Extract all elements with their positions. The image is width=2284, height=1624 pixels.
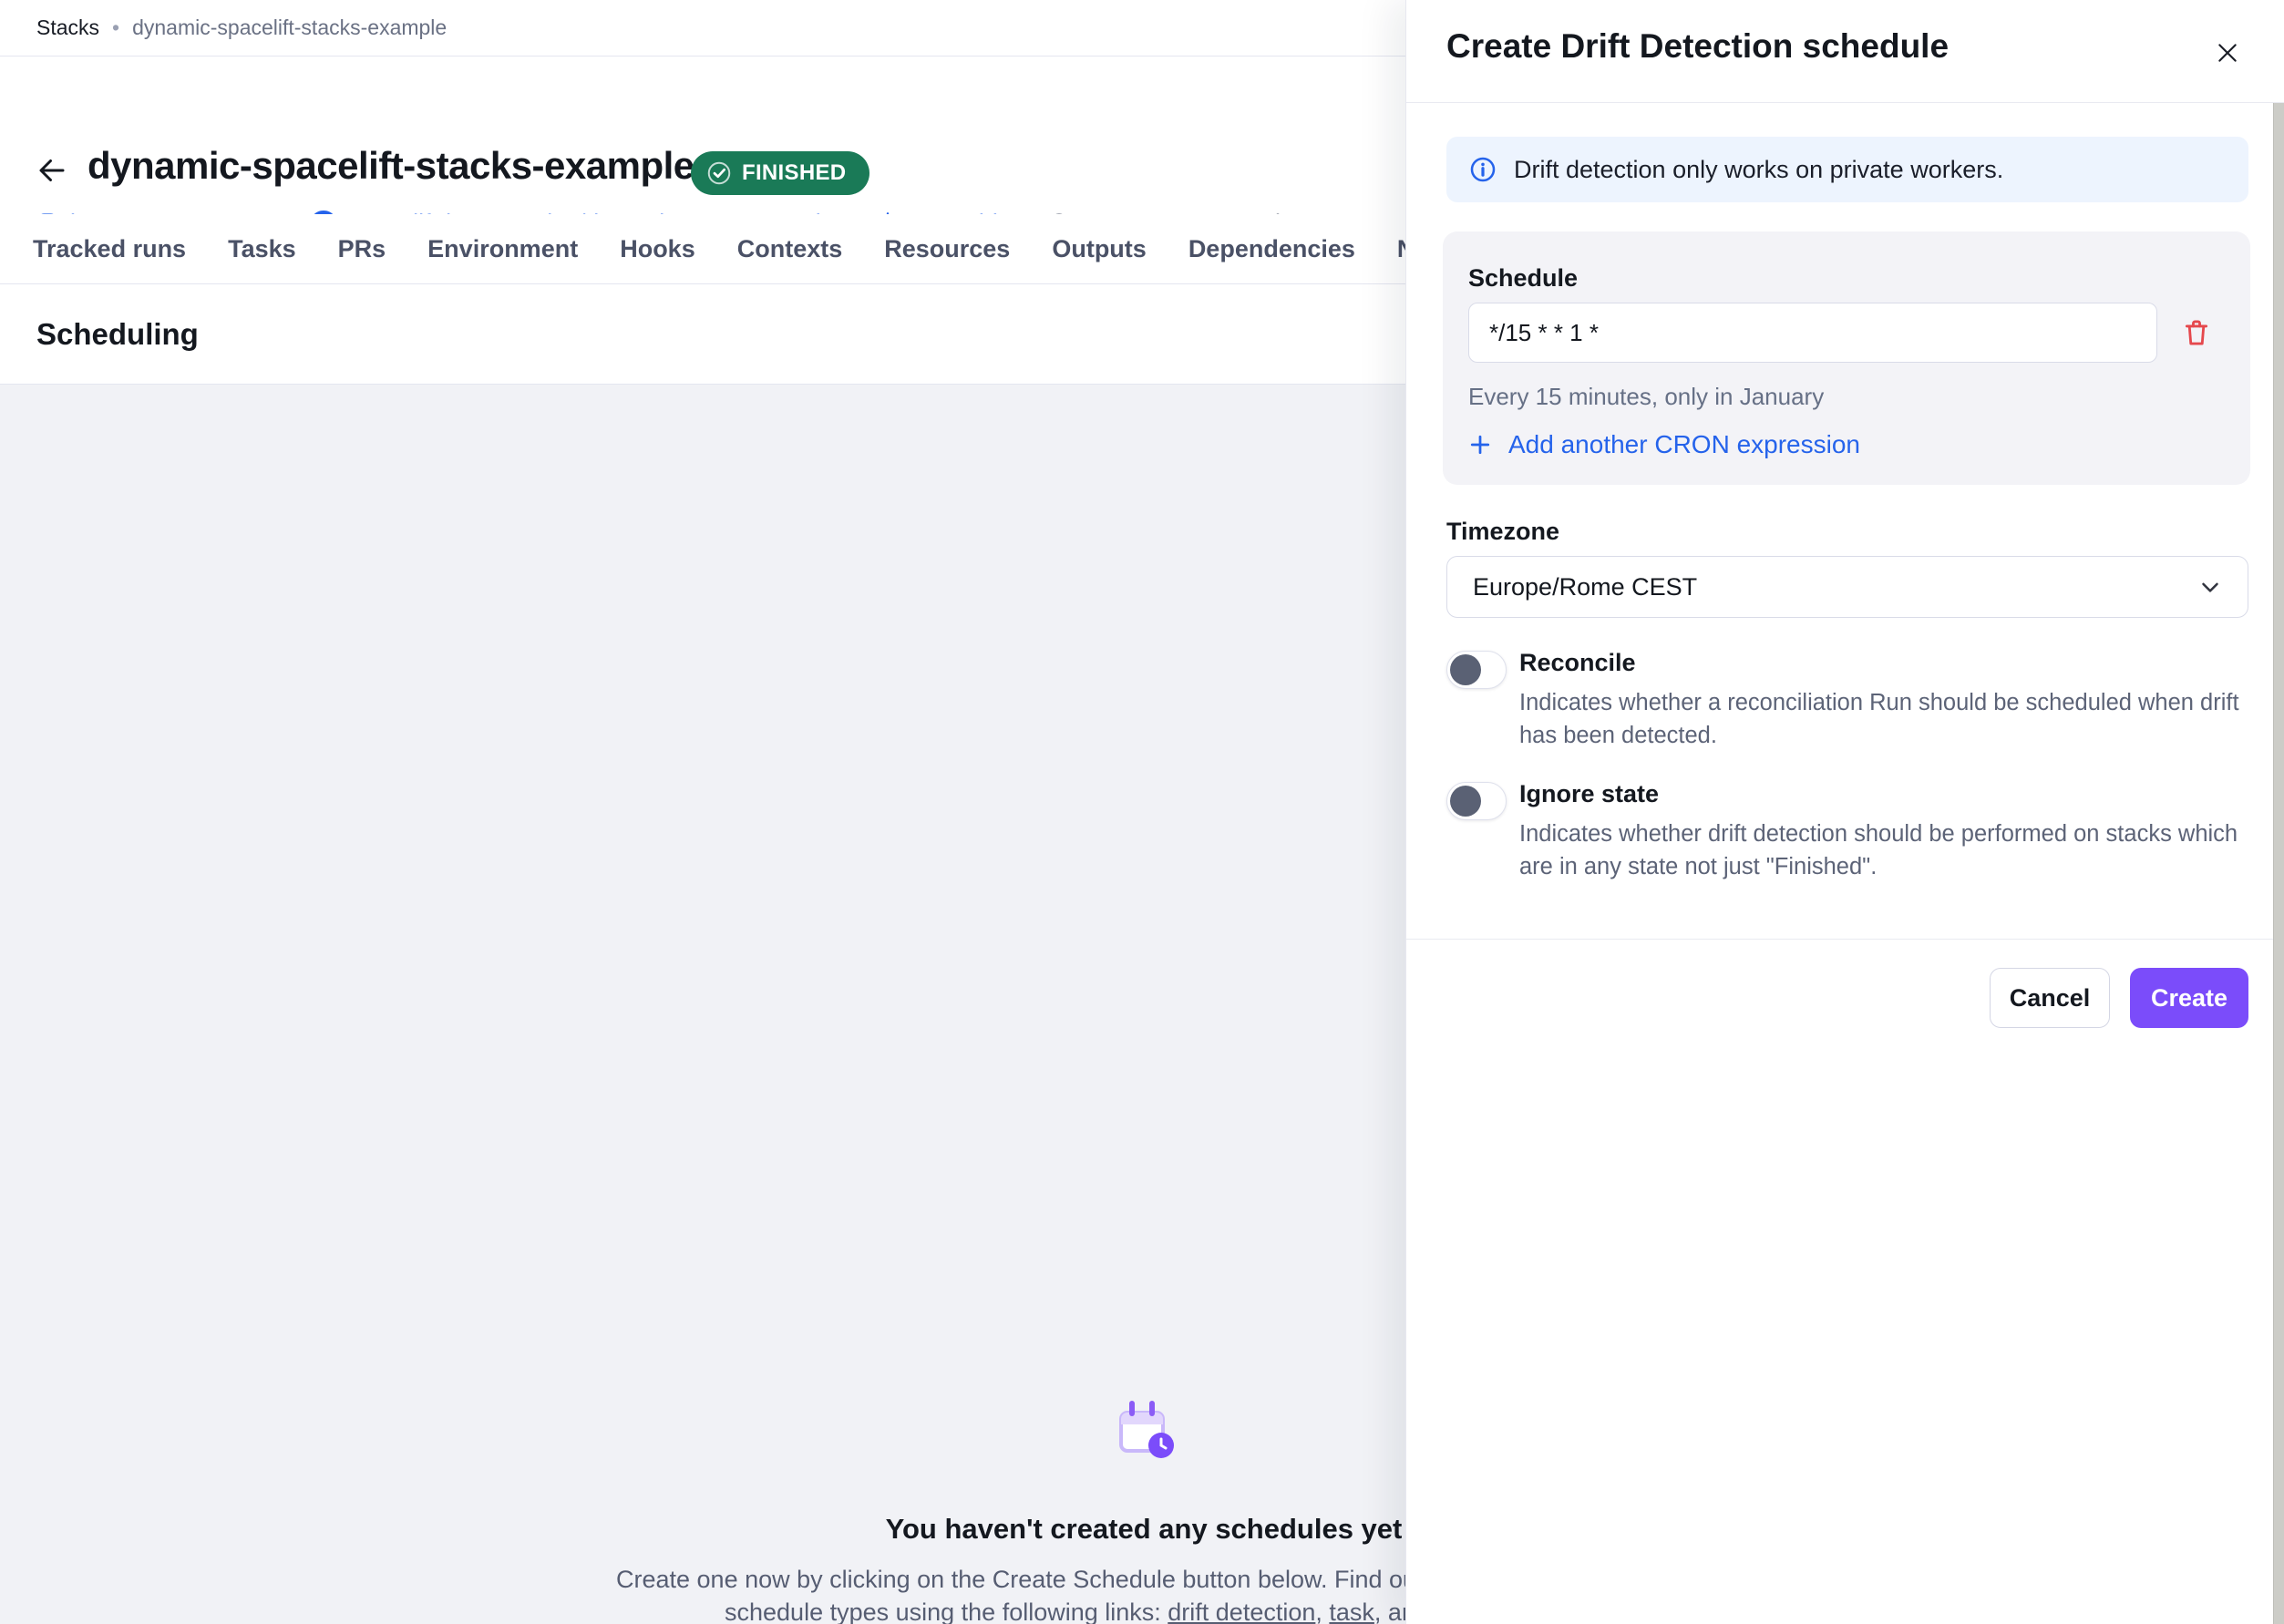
ignore-state-setting: Ignore state Indicates whether drift det… xyxy=(1446,780,2248,883)
drawer-scrollbar[interactable] xyxy=(2273,103,2284,1624)
info-icon xyxy=(1468,155,1497,184)
empty-state-line2: schedule types using the following links… xyxy=(725,1598,1415,1624)
reconcile-label: Reconcile xyxy=(1519,649,2248,677)
check-icon xyxy=(705,159,733,187)
delete-cron-button[interactable] xyxy=(2179,315,2214,350)
ignore-state-toggle[interactable] xyxy=(1446,782,1507,820)
chevron-down-icon xyxy=(2197,573,2224,601)
tab-contexts[interactable]: Contexts xyxy=(737,235,843,263)
tab-dependencies[interactable]: Dependencies xyxy=(1188,235,1355,263)
close-icon xyxy=(2213,38,2242,67)
create-drift-detection-drawer: Create Drift Detection schedule Drift de… xyxy=(1405,0,2284,1624)
task-link[interactable]: task xyxy=(1329,1598,1374,1624)
schedule-label: Schedule xyxy=(1468,264,1578,293)
reconcile-setting: Reconcile Indicates whether a reconcilia… xyxy=(1446,649,2248,752)
info-banner-text: Drift detection only works on private wo… xyxy=(1514,156,2003,184)
back-button[interactable] xyxy=(33,151,71,190)
info-banner: Drift detection only works on private wo… xyxy=(1446,137,2248,202)
cancel-button[interactable]: Cancel xyxy=(1990,968,2110,1028)
reconcile-toggle[interactable] xyxy=(1446,651,1507,689)
timezone-value: Europe/Rome CEST xyxy=(1473,573,1697,601)
status-badge-label: FINISHED xyxy=(742,160,846,186)
drift-detection-link[interactable]: drift detection xyxy=(1168,1598,1315,1624)
drawer-header-divider xyxy=(1406,102,2284,103)
tab-hooks[interactable]: Hooks xyxy=(620,235,695,263)
plus-icon xyxy=(1466,431,1494,458)
add-cron-expression-label: Add another CRON expression xyxy=(1508,430,1860,459)
tab-resources[interactable]: Resources xyxy=(884,235,1010,263)
cron-helper-text: Every 15 minutes, only in January xyxy=(1468,383,1824,411)
tab-tasks[interactable]: Tasks xyxy=(228,235,296,263)
ignore-state-description: Indicates whether drift detection should… xyxy=(1519,817,2254,883)
breadcrumb-current: dynamic-spacelift-stacks-example xyxy=(132,15,447,40)
timezone-label: Timezone xyxy=(1446,518,1559,546)
empty-state-title: You haven't created any schedules yet xyxy=(870,1513,1417,1546)
cron-expression-input[interactable] xyxy=(1468,303,2157,363)
toggle-knob xyxy=(1450,786,1481,817)
empty-state-comma: , xyxy=(1315,1598,1329,1624)
status-badge: FINISHED xyxy=(691,151,869,195)
breadcrumb-separator: • xyxy=(112,15,119,40)
page-title: dynamic-spacelift-stacks-example xyxy=(87,144,694,188)
tab-tracked-runs[interactable]: Tracked runs xyxy=(33,235,186,263)
ignore-state-label: Ignore state xyxy=(1519,780,2248,808)
reconcile-description: Indicates whether a reconciliation Run s… xyxy=(1519,686,2254,752)
create-button[interactable]: Create xyxy=(2130,968,2248,1028)
timezone-select[interactable]: Europe/Rome CEST xyxy=(1446,556,2248,618)
close-button[interactable] xyxy=(2211,36,2244,69)
tab-prs[interactable]: PRs xyxy=(338,235,386,263)
spacelift-app: Stacks • dynamic-spacelift-stacks-exampl… xyxy=(0,0,2284,1624)
breadcrumb-stacks-link[interactable]: Stacks xyxy=(36,15,99,40)
empty-state-line1: Create one now by clicking on the Create… xyxy=(616,1566,1424,1594)
schedule-card: Schedule Every 15 minutes, only in Janua… xyxy=(1443,231,2250,485)
add-cron-expression-link[interactable]: Add another CRON expression xyxy=(1466,430,1860,459)
tab-outputs[interactable]: Outputs xyxy=(1052,235,1146,263)
back-arrow-icon xyxy=(36,154,68,187)
trash-icon xyxy=(2181,317,2212,348)
drawer-title: Create Drift Detection schedule xyxy=(1446,27,1949,66)
drawer-footer-divider xyxy=(1406,939,2284,940)
section-title: Scheduling xyxy=(36,317,199,352)
calendar-clock-icon xyxy=(1110,1398,1179,1464)
toggle-knob xyxy=(1450,654,1481,685)
tab-environment[interactable]: Environment xyxy=(427,235,578,263)
empty-state-line2-prefix: schedule types using the following links… xyxy=(725,1598,1168,1624)
